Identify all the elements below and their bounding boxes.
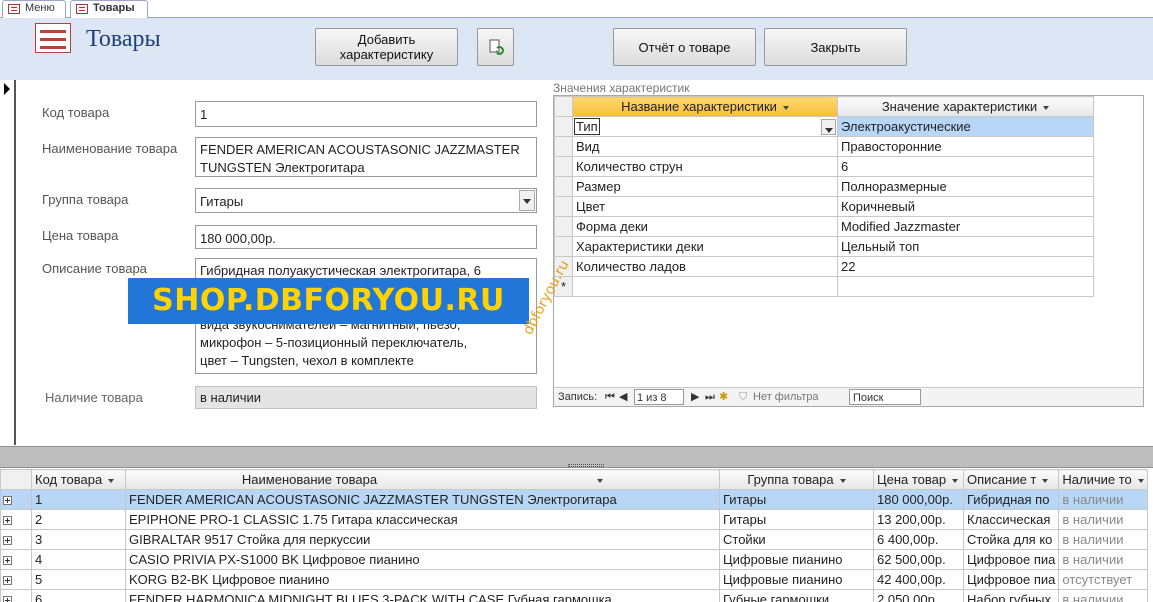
current-record-arrow-icon <box>4 83 10 95</box>
column-header-price[interactable]: Цена товар <box>873 469 964 490</box>
column-header-name[interactable]: Наименование товара <box>125 469 720 490</box>
code-label: Код товара <box>42 105 110 120</box>
stock-label: Наличие товара <box>45 390 143 405</box>
previous-record-icon[interactable]: ◀ <box>619 389 627 405</box>
characteristics-table: Название характеристики Значение характе… <box>554 96 1094 297</box>
search-input[interactable]: Поиск <box>849 389 921 405</box>
column-header-characteristic-name[interactable]: Название характеристики <box>572 96 838 117</box>
column-header-code[interactable]: Код товара <box>31 469 126 490</box>
record-navigation-bar: Запись: ⏮ ◀ 1 из 8 ▶ ⏭ ✱ ⛉ Нет фильтра П… <box>554 387 1143 406</box>
chevron-down-icon[interactable] <box>1137 478 1144 483</box>
expand-icon[interactable] <box>3 576 12 586</box>
goods-datasheet: Код товара Наименование товара Группа то… <box>0 469 1153 602</box>
column-header-group[interactable]: Группа товара <box>719 469 874 490</box>
report-button[interactable]: Отчёт о товаре <box>613 28 756 66</box>
row-selector[interactable] <box>554 116 573 137</box>
chevron-down-icon[interactable] <box>952 478 959 483</box>
splitter-grip-icon[interactable] <box>568 464 604 467</box>
stock-field: в наличии <box>195 386 537 409</box>
expand-icon[interactable] <box>3 496 12 506</box>
subform-caption: Значения характеристик <box>553 81 690 95</box>
chevron-down-icon[interactable] <box>821 119 836 135</box>
chevron-down-icon[interactable] <box>597 478 604 483</box>
table-row[interactable]: Размер Полноразмерные <box>554 176 1094 197</box>
form-icon <box>76 4 88 14</box>
chevron-down-icon[interactable] <box>782 105 789 110</box>
characteristic-name-combobox[interactable]: Тип <box>572 116 838 137</box>
last-record-icon[interactable]: ⏭ <box>705 389 715 405</box>
chevron-down-icon[interactable] <box>1043 105 1050 110</box>
document-tab-bar: Меню Товары <box>0 0 1153 18</box>
table-row[interactable]: 4 CASIO PRIVIA PX-S1000 BK Цифровое пиани… <box>0 549 1148 570</box>
form-icon <box>35 23 71 53</box>
expand-icon[interactable] <box>3 536 12 546</box>
next-record-icon[interactable]: ▶ <box>691 389 699 405</box>
record-label: Запись: <box>558 391 598 403</box>
chevron-down-icon[interactable] <box>108 478 115 483</box>
select-all-corner[interactable] <box>554 96 573 117</box>
record-position-field[interactable]: 1 из 8 <box>634 389 684 405</box>
refresh-button[interactable] <box>477 28 514 66</box>
table-row[interactable]: Вид Правосторонние <box>554 136 1094 157</box>
group-label: Группа товара <box>42 192 129 207</box>
expand-icon[interactable] <box>3 516 12 526</box>
price-field[interactable]: 180 000,00р. <box>195 225 537 249</box>
filter-status[interactable]: Нет фильтра <box>753 389 819 405</box>
description-label: Описание товара <box>42 261 147 276</box>
table-row[interactable]: 1 FENDER AMERICAN ACOUSTASONIC JAZZMASTER… <box>0 489 1148 510</box>
new-record-nav-icon[interactable]: ✱ <box>719 389 728 405</box>
column-header-characteristic-value[interactable]: Значение характеристики <box>837 96 1094 117</box>
add-characteristic-button[interactable]: Добавить характеристику <box>315 28 458 66</box>
expand-icon[interactable] <box>3 556 12 566</box>
column-header-description[interactable]: Описание т <box>962 469 1060 490</box>
filter-icon: ⛉ <box>739 391 748 403</box>
watermark-banner: SHOP.DBFORYOU.RU <box>128 278 529 324</box>
table-row[interactable]: Характеристики деки Цельный топ <box>554 236 1094 257</box>
group-combobox[interactable]: Гитары <box>195 188 537 213</box>
table-row[interactable]: 3 GIBRALTAR 9517 Стойка для перкуссии Стой… <box>0 529 1148 550</box>
refresh-icon <box>489 39 504 55</box>
chevron-down-icon[interactable] <box>519 190 535 211</box>
tab-goods[interactable]: Товары <box>70 0 148 18</box>
form-header <box>0 18 1153 80</box>
page-title: Товары <box>86 26 161 52</box>
table-row[interactable]: Цвет Коричневый <box>554 196 1094 217</box>
name-label: Наименование товара <box>42 141 178 156</box>
table-row[interactable]: Количество струн 6 <box>554 156 1094 177</box>
chevron-down-icon[interactable] <box>1042 478 1049 483</box>
record-selector[interactable] <box>0 80 16 445</box>
table-row[interactable]: Количество ладов 22 <box>554 256 1094 277</box>
expand-icon[interactable] <box>3 596 12 602</box>
first-record-icon[interactable]: ⏮ <box>605 389 615 405</box>
name-field[interactable]: FENDER AMERICAN ACOUSTASONIC JAZZMASTER … <box>195 137 537 177</box>
table-row[interactable]: Форма деки Modified Jazzmaster <box>554 216 1094 237</box>
table-row[interactable]: 6 FENDER HARMONICA MIDNIGHT BLUES 3-PACK … <box>0 589 1148 602</box>
table-row[interactable]: 5 KORG B2-BK Цифровое пианино Цифровые пиа… <box>0 569 1148 590</box>
table-row[interactable]: 2 EPIPHONE PRO-1 CLASSIC 1.75 Гитара клас… <box>0 509 1148 530</box>
price-label: Цена товара <box>42 228 119 243</box>
column-header-stock[interactable]: Наличие то <box>1058 469 1148 490</box>
chevron-down-icon[interactable] <box>839 478 846 483</box>
new-record-row[interactable]: * <box>554 276 1094 297</box>
close-button[interactable]: Закрыть <box>764 28 907 66</box>
code-field[interactable]: 1 <box>195 101 537 127</box>
table-row[interactable]: Тип Электроакустические <box>554 116 1094 137</box>
form-icon <box>8 4 20 14</box>
tab-menu[interactable]: Меню <box>2 0 66 18</box>
goods-table: Код товара Наименование товара Группа то… <box>0 469 1148 602</box>
select-all-corner[interactable] <box>0 469 32 490</box>
characteristics-subform: Название характеристики Значение характе… <box>553 95 1144 407</box>
